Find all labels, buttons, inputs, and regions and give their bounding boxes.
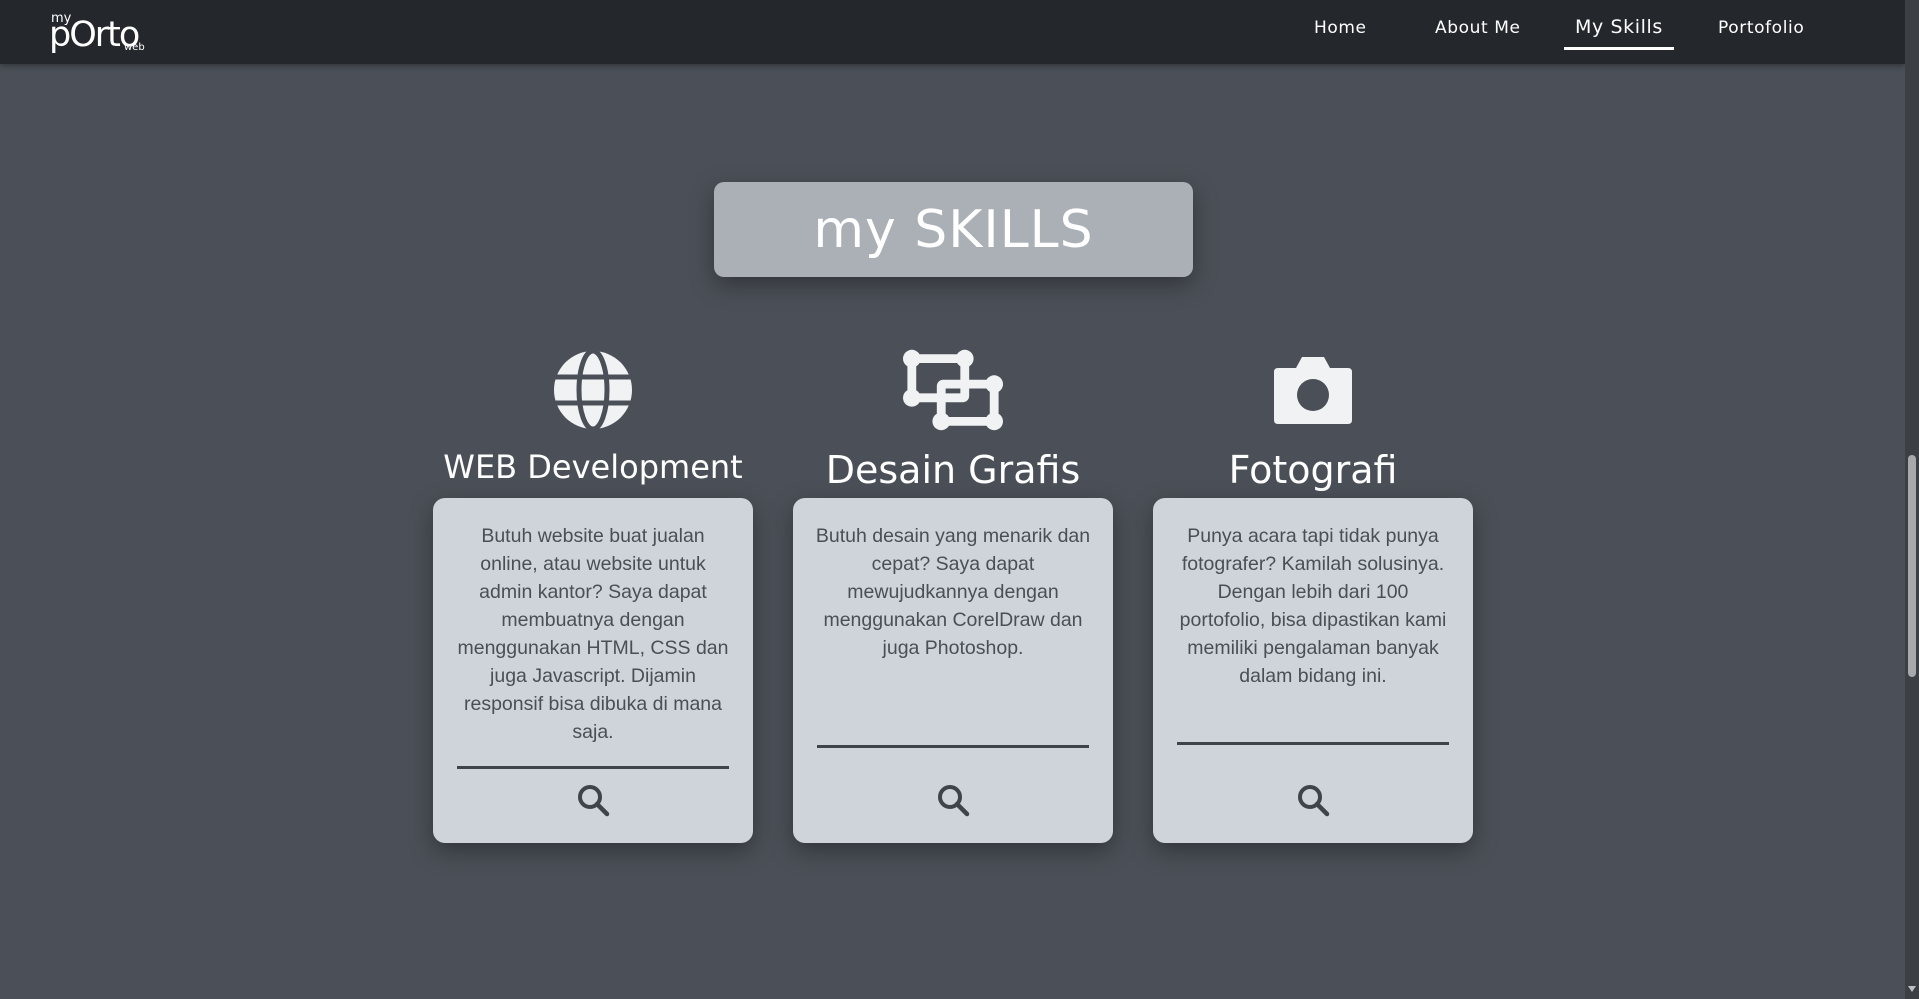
search-button-foto[interactable] <box>1293 780 1333 820</box>
search-icon <box>578 785 610 817</box>
scroll-down-arrow-icon[interactable] <box>1908 986 1916 992</box>
skill-description-desain: Butuh desain yang menarik dan cepat? Say… <box>815 525 1091 659</box>
search-icon <box>1298 785 1330 817</box>
skill-card-desain: Butuh desain yang menarik dan cepat? Say… <box>793 498 1113 843</box>
section-title-box: my SKILLS <box>714 182 1193 277</box>
nav-portofolio-link[interactable]: Portofolio <box>1718 18 1804 44</box>
search-button-desain[interactable] <box>933 780 973 820</box>
card-divider <box>817 745 1089 748</box>
navbar: my pOrto web Home About Me My Skills Por… <box>0 0 1905 64</box>
nav-about-link[interactable]: About Me <box>1435 18 1521 44</box>
skill-title-foto: Fotografi <box>1228 448 1398 492</box>
skill-title-web: WEB Development <box>443 448 743 486</box>
nav-active-underline <box>1564 47 1674 50</box>
nav-skills-link[interactable]: My Skills <box>1575 16 1663 44</box>
nav-home-link[interactable]: Home <box>1314 18 1367 44</box>
camera-icon <box>1263 340 1363 440</box>
card-divider <box>457 766 729 769</box>
section-title: my SKILLS <box>813 199 1094 260</box>
card-divider <box>1177 742 1449 745</box>
logo-web: web <box>124 42 145 53</box>
scrollbar[interactable] <box>1905 0 1919 999</box>
scrollbar-thumb[interactable] <box>1908 455 1916 677</box>
skill-card-foto: Punya acara tapi tidak punya fotografer?… <box>1153 498 1473 843</box>
globe-icon <box>543 340 643 440</box>
search-icon <box>938 785 970 817</box>
vector-square-icon <box>903 340 1003 440</box>
skill-card-web: Butuh website buat jualan online, atau w… <box>433 498 753 843</box>
skill-title-desain: Desain Grafis <box>825 448 1081 492</box>
search-button-web[interactable] <box>573 780 613 820</box>
skill-description-foto: Punya acara tapi tidak punya fotografer?… <box>1179 525 1447 687</box>
skill-description-web: Butuh website buat jualan online, atau w… <box>457 525 729 743</box>
